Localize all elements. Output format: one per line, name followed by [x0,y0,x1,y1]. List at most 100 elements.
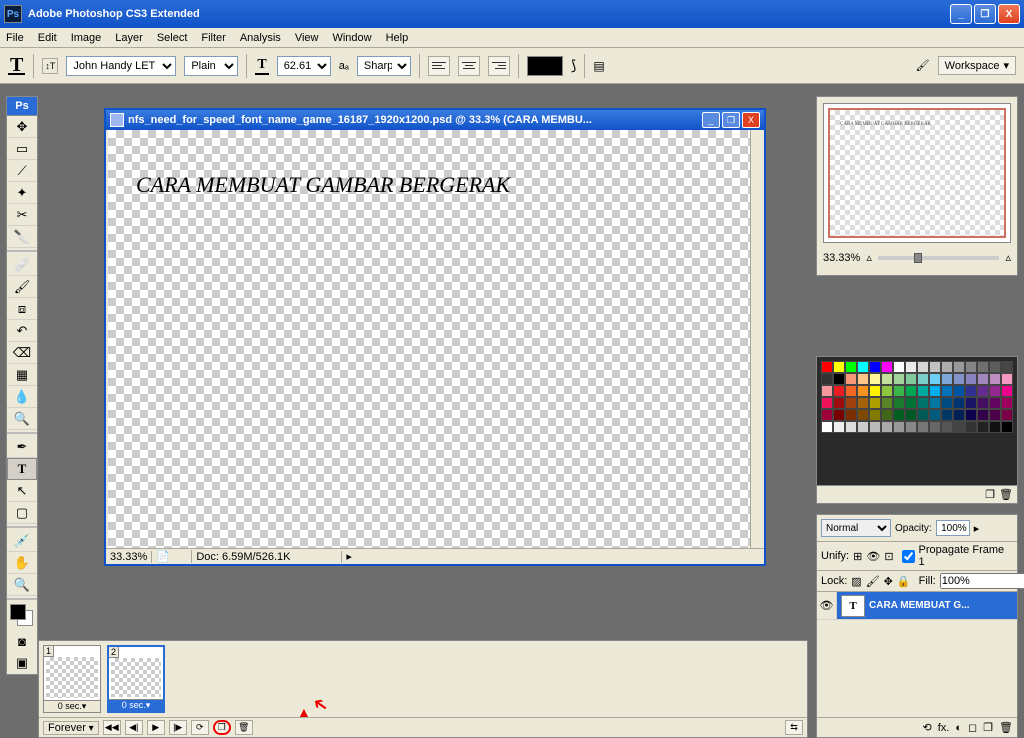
swatch-color[interactable] [965,397,977,409]
lock-all-icon[interactable]: 🔒 [897,575,911,588]
lock-pixels-icon[interactable]: ▨ [851,575,861,588]
swatch-color[interactable] [845,361,857,373]
swatch-color[interactable] [917,421,929,433]
prev-frame-button[interactable]: ◀| [125,720,143,735]
swatch-color[interactable] [821,361,833,373]
brush-presets-icon[interactable]: 🖌 [916,59,930,72]
swatch-color[interactable] [917,409,929,421]
swatch-color[interactable] [953,409,965,421]
swatch-color[interactable] [905,385,917,397]
play-button[interactable]: ▶ [147,720,165,735]
swatch-color[interactable] [965,373,977,385]
swatch-color[interactable] [869,421,881,433]
swatch-color[interactable] [905,397,917,409]
swatch-color[interactable] [1001,385,1013,397]
workspace-menu[interactable]: Workspace▾ [938,56,1016,75]
swatch-color[interactable] [989,421,1001,433]
doc-zoom-readout[interactable]: 33.33% [106,551,152,563]
quick-mask-button[interactable]: ◙ [7,630,37,652]
zoom-tool[interactable]: 🔍 [7,574,37,596]
blur-tool[interactable]: 💧 [7,386,37,408]
swatch-color[interactable] [1001,397,1013,409]
doc-minimize-button[interactable]: _ [702,112,720,128]
animation-frame[interactable]: 20 sec.▾ [107,645,165,713]
swatch-color[interactable] [953,397,965,409]
swatch-color[interactable] [1001,409,1013,421]
swatch-color[interactable] [977,409,989,421]
swatch-color[interactable] [953,421,965,433]
propagate-checkbox[interactable] [902,550,915,563]
lock-move-icon[interactable]: ✥ [884,575,893,588]
swatch-color[interactable] [965,409,977,421]
fill-input[interactable] [940,573,1024,589]
swatch-color[interactable] [821,385,833,397]
loop-select[interactable]: Forever ▾ [43,721,99,735]
swatch-color[interactable] [941,385,953,397]
layer-link-button[interactable]: ⟲ [923,721,932,734]
color-swatch[interactable] [7,602,37,630]
swatch-color[interactable] [845,421,857,433]
convert-timeline-button[interactable]: ⇆ [785,720,803,735]
navigator-preview[interactable]: CARA MEMBUAT GAMBAR BERGERAK [823,103,1011,243]
swatch-color[interactable] [1001,373,1013,385]
swatch-color[interactable] [845,385,857,397]
swatch-color[interactable] [833,409,845,421]
delete-frame-button[interactable]: 🗑 [235,720,253,735]
healing-tool[interactable]: 🩹 [7,254,37,276]
swatch-color[interactable] [821,409,833,421]
swatch-color[interactable] [869,385,881,397]
delete-swatch-button[interactable]: 🗑 [999,488,1013,501]
menu-filter[interactable]: Filter [201,32,225,44]
swatch-color[interactable] [905,421,917,433]
text-color-swatch[interactable] [527,56,563,76]
menu-edit[interactable]: Edit [38,32,57,44]
swatch-color[interactable] [1001,421,1013,433]
swatch-color[interactable] [845,409,857,421]
canvas[interactable]: CARA MEMBUAT GAMBAR BERGERAK [108,130,750,548]
type-tool[interactable]: T [7,458,37,480]
crop-tool[interactable]: ✂ [7,204,37,226]
doc-maximize-button[interactable]: ❐ [722,112,740,128]
swatch-color[interactable] [857,361,869,373]
align-center-button[interactable] [458,56,480,76]
layer-fx-button[interactable]: fx. [938,722,950,734]
swatch-color[interactable] [941,397,953,409]
swatch-color[interactable] [893,409,905,421]
swatch-color[interactable] [893,421,905,433]
swatch-color[interactable] [989,373,1001,385]
swatch-color[interactable] [953,361,965,373]
unify-visibility-icon[interactable]: 👁 [866,550,880,563]
menu-file[interactable]: File [6,32,24,44]
gradient-tool[interactable]: ▦ [7,364,37,386]
menu-analysis[interactable]: Analysis [240,32,281,44]
swatch-color[interactable] [857,397,869,409]
unify-position-icon[interactable]: ⊞ [853,550,862,563]
swatch-color[interactable] [977,361,989,373]
swatch-color[interactable] [881,421,893,433]
zoom-out-icon[interactable]: ▵ [866,251,872,264]
swatch-color[interactable] [929,373,941,385]
swatch-color[interactable] [869,397,881,409]
shape-tool[interactable]: ▢ [7,502,37,524]
unify-style-icon[interactable]: ⊡ [884,550,893,563]
swatch-color[interactable] [833,385,845,397]
next-frame-button[interactable]: |▶ [169,720,187,735]
screen-mode-button[interactable]: ▣ [7,652,37,674]
swatch-color[interactable] [917,385,929,397]
lock-paint-icon[interactable]: 🖌 [866,575,880,588]
swatch-color[interactable] [917,397,929,409]
vertical-scrollbar[interactable] [750,130,764,548]
swatch-color[interactable] [833,361,845,373]
swatch-color[interactable] [965,361,977,373]
font-family-select[interactable]: John Handy LET [66,56,176,76]
history-brush-tool[interactable]: ↶ [7,320,37,342]
align-right-button[interactable] [488,56,510,76]
swatch-color[interactable] [833,421,845,433]
swatch-color[interactable] [893,361,905,373]
visibility-icon[interactable]: 👁 [817,592,837,619]
layer-new-button[interactable]: 🗑 [999,721,1013,734]
font-style-select[interactable]: Plain [184,56,238,76]
swatch-color[interactable] [881,397,893,409]
eraser-tool[interactable]: ⌫ [7,342,37,364]
swatch-color[interactable] [917,373,929,385]
